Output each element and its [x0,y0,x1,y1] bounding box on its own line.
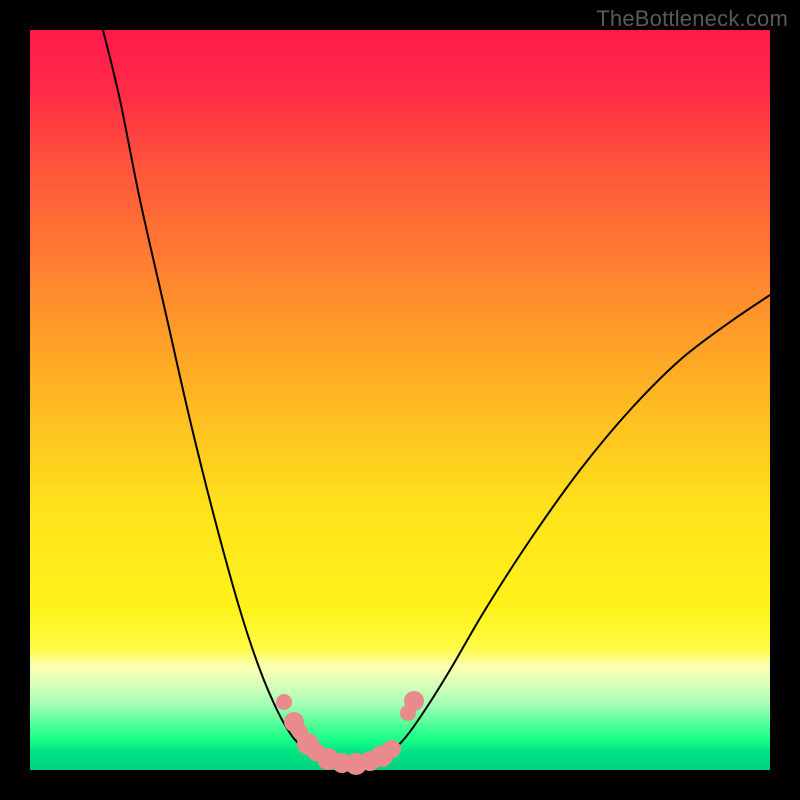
highlight-point [404,691,424,711]
highlight-point [383,740,401,758]
highlight-point [276,694,292,710]
curve-group [103,30,770,765]
marker-group [276,691,424,775]
bottleneck-curve-left [103,30,345,765]
watermark-text: TheBottleneck.com [596,6,788,32]
chart-overlay [30,30,770,770]
